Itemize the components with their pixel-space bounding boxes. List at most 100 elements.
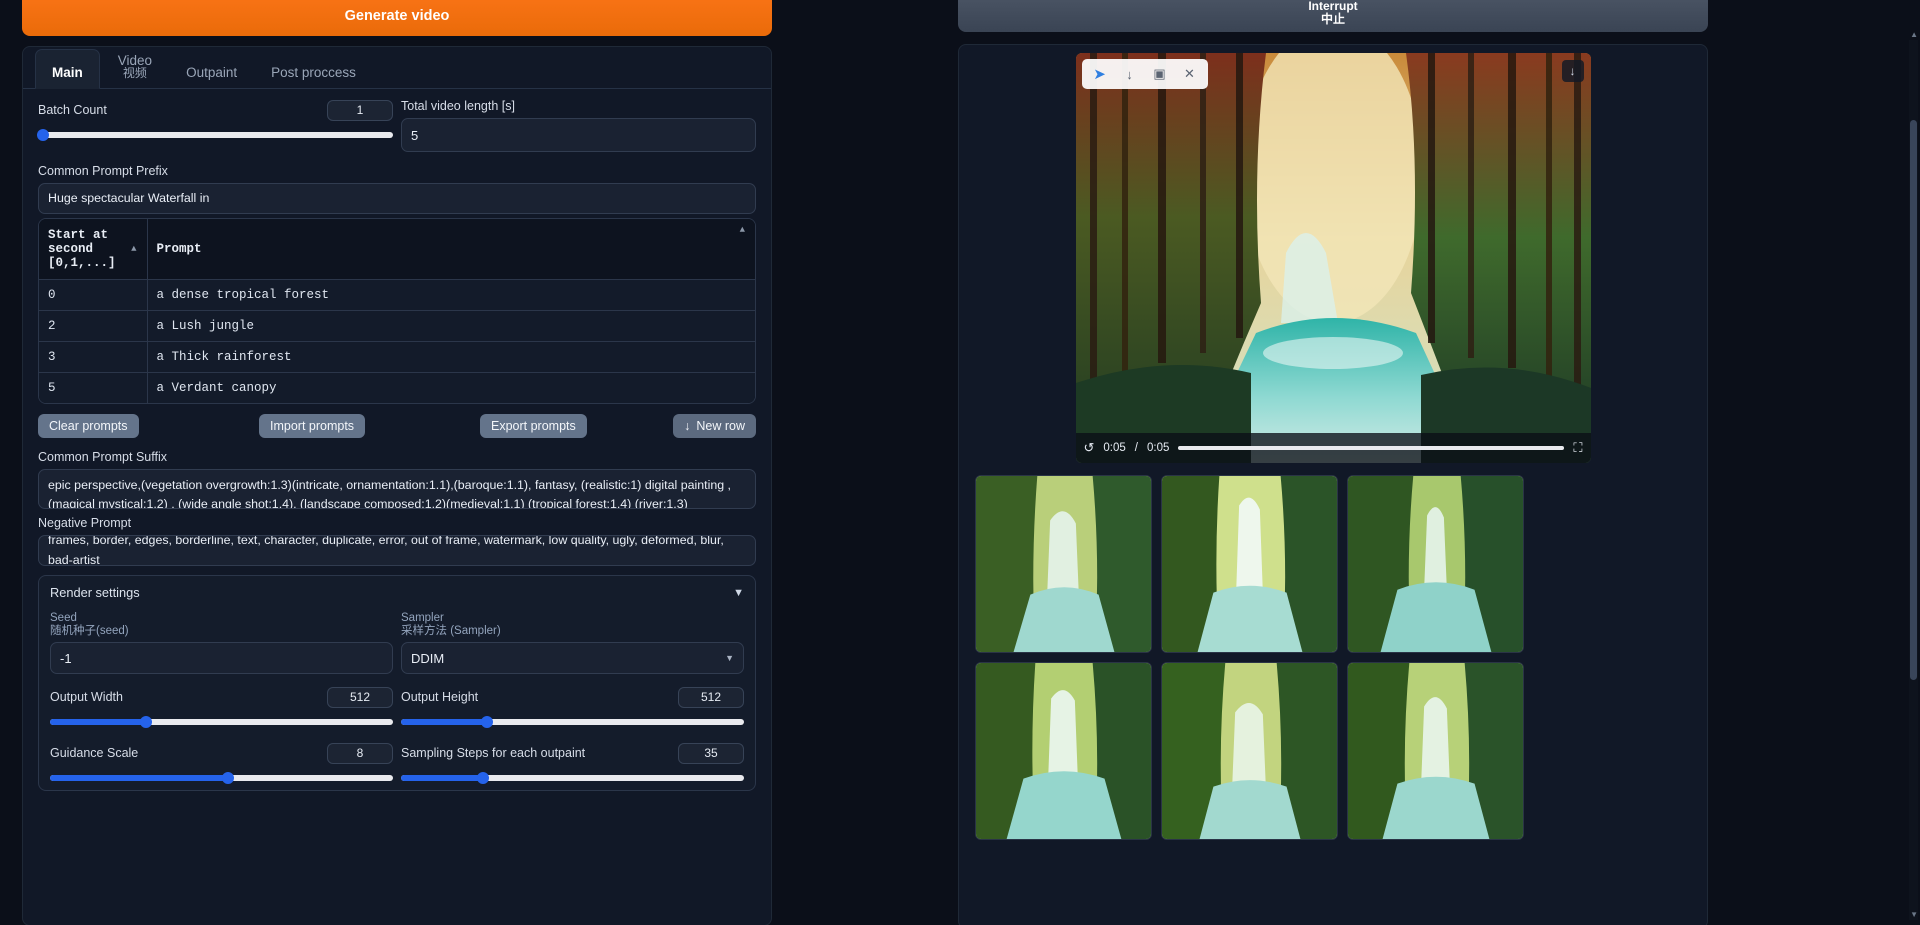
table-row[interactable]: 2 a Lush jungle (39, 310, 755, 342)
output-height-slider-knob[interactable] (480, 716, 493, 729)
export-prompts-button[interactable]: Export prompts (480, 414, 587, 438)
batch-count-label: Batch Count (38, 103, 107, 117)
sampler-select[interactable]: DDIM ▼ (401, 642, 744, 675)
gallery-thumbnail[interactable] (975, 475, 1152, 653)
guidance-scale-slider[interactable] (50, 770, 393, 786)
table-row[interactable]: 0 a dense tropical forest (39, 279, 755, 311)
cursor-icon[interactable]: ➤ (1086, 62, 1114, 86)
tab-video-label-zh: 视频 (122, 66, 147, 80)
seed-label-en: Seed (50, 612, 77, 624)
output-width-label: Output Width (50, 690, 123, 705)
tab-post-process[interactable]: Post proccess (255, 48, 372, 88)
video-progress-bar[interactable] (1178, 446, 1565, 450)
gallery-thumbnail[interactable] (1161, 662, 1338, 840)
sampling-steps-slider[interactable] (401, 770, 744, 786)
cell-prompt[interactable]: a Thick rainforest (147, 341, 755, 373)
prompts-table: Start at second [0,1,...] ▲ Prompt ▲ 0 a… (38, 218, 756, 404)
download-corner-button[interactable]: ↓ (1561, 60, 1584, 82)
table-row[interactable]: 5 a Verdant canopy (39, 372, 755, 403)
column-header-prompt[interactable]: Prompt ▲ (147, 219, 755, 280)
interrupt-label-zh: 中止 (1320, 12, 1345, 26)
guidance-scale-slider-fill (50, 775, 229, 782)
total-video-length-label: Total video length [s] (401, 99, 515, 113)
clear-prompts-button[interactable]: Clear prompts (38, 414, 139, 438)
output-width-value[interactable]: 512 (327, 686, 393, 708)
seed-sampler-row: Seed 随机种子(seed) -1 Sampler 采样方法 (Sampler… (50, 612, 744, 675)
seed-input[interactable]: -1 (50, 642, 393, 675)
time-separator: / (1134, 442, 1138, 454)
page-scrollbar[interactable] (1909, 40, 1918, 920)
sampling-steps-slider-knob[interactable] (477, 772, 490, 785)
common-prompt-suffix-label: Common Prompt Suffix (38, 450, 167, 464)
batch-count-slider-knob[interactable] (37, 129, 49, 141)
render-settings-header[interactable]: Render settings ▼ (50, 585, 744, 600)
guidance-scale-label: Guidance Scale (50, 746, 139, 761)
scroll-up-arrow-icon[interactable]: ▲ (1910, 30, 1918, 39)
batch-count-slider[interactable] (37, 127, 393, 143)
cell-prompt[interactable]: a Verdant canopy (147, 372, 755, 403)
total-video-length-input[interactable]: 5 (401, 118, 756, 152)
generate-video-button[interactable]: Generate video (22, 0, 772, 36)
cell-second[interactable]: 3 (39, 341, 148, 373)
guidance-steps-row: Guidance Scale 8 Sampling Steps for each… (50, 742, 744, 786)
video-preview[interactable]: ➤ ↓ ▣ ✕ ↓ ↺ 0:05 / 0:05 ⛶ (1075, 53, 1591, 463)
output-height-group: Output Height 512 (401, 686, 744, 730)
screenshot-icon[interactable]: ▣ (1146, 62, 1174, 86)
output-width-slider-knob[interactable] (140, 716, 153, 729)
guidance-scale-slider-knob[interactable] (222, 772, 235, 785)
tab-main[interactable]: Main (35, 49, 100, 89)
time-total: 0:05 (1147, 442, 1170, 454)
batch-count-group: Batch Count 1 (37, 99, 393, 152)
guidance-scale-group: Guidance Scale 8 (50, 742, 393, 786)
close-icon[interactable]: ✕ (1176, 62, 1204, 86)
column-header-prompt-label: Prompt (156, 242, 202, 256)
table-header-row: Start at second [0,1,...] ▲ Prompt ▲ (39, 219, 755, 280)
import-prompts-button[interactable]: Import prompts (259, 414, 366, 438)
batch-count-value[interactable]: 1 (327, 99, 393, 121)
size-row: Output Width 512 Output Height 512 (50, 686, 744, 730)
settings-panel: Main Video 视频 Outpaint Post proccess Bat… (22, 46, 772, 925)
tab-outpaint[interactable]: Outpaint (170, 48, 253, 88)
table-body: 0 a dense tropical forest 2 a Lush jungl… (39, 279, 755, 403)
common-prompt-suffix-input[interactable]: epic perspective,(vegetation overgrowth:… (38, 469, 756, 509)
negative-prompt-input[interactable]: frames, border, edges, borderline, text,… (38, 535, 756, 566)
gallery-thumbnail[interactable] (1161, 475, 1338, 653)
cell-prompt[interactable]: a Lush jungle (147, 310, 755, 342)
cell-second[interactable]: 0 (39, 279, 148, 311)
table-row[interactable]: 3 a Thick rainforest (39, 341, 755, 373)
output-height-value[interactable]: 512 (678, 686, 744, 708)
cell-second[interactable]: 5 (39, 372, 148, 403)
download-icon[interactable]: ↓ (1116, 62, 1144, 86)
batch-and-length-row: Batch Count 1 Total video length [s] 5 (37, 99, 756, 152)
chevron-down-icon-sampler[interactable]: ▼ (725, 653, 734, 663)
fullscreen-icon[interactable]: ⛶ (1573, 440, 1582, 456)
sampling-steps-value[interactable]: 35 (678, 742, 744, 764)
sort-ascending-icon[interactable]: ▲ (131, 244, 136, 254)
interrupt-button[interactable]: Interrupt 中止 (958, 0, 1708, 32)
output-width-slider[interactable] (50, 714, 393, 730)
gallery (967, 475, 1699, 840)
column-header-start-second[interactable]: Start at second [0,1,...] ▲ (39, 219, 148, 280)
scroll-down-arrow-icon[interactable]: ▼ (1910, 910, 1918, 919)
sampler-label-zh: 采样方法 (Sampler) (401, 625, 501, 638)
common-prompt-prefix-input[interactable]: Huge spectacular Waterfall in (38, 183, 756, 214)
gallery-thumbnail[interactable] (975, 662, 1152, 840)
video-controls: ↺ 0:05 / 0:05 ⛶ (1075, 433, 1591, 463)
new-row-button[interactable]: ↓ New row (673, 414, 756, 438)
cell-second[interactable]: 2 (39, 310, 148, 342)
sampler-group: Sampler 采样方法 (Sampler) DDIM ▼ (401, 612, 744, 675)
replay-icon[interactable]: ↺ (1084, 440, 1095, 456)
gallery-thumbnail[interactable] (1347, 475, 1524, 653)
sort-ascending-icon-2[interactable]: ▲ (740, 225, 745, 235)
time-current: 0:05 (1103, 442, 1126, 454)
page-scrollbar-thumb[interactable] (1910, 120, 1917, 680)
sampling-steps-label: Sampling Steps for each outpaint (401, 746, 586, 761)
tab-video[interactable]: Video 视频 (102, 48, 168, 88)
thumbnail-art (1162, 663, 1337, 839)
cell-prompt[interactable]: a dense tropical forest (147, 279, 755, 311)
guidance-scale-value[interactable]: 8 (327, 742, 393, 764)
total-video-length-group: Total video length [s] 5 (401, 99, 756, 152)
gallery-thumbnail[interactable] (1347, 662, 1524, 840)
output-height-slider[interactable] (401, 714, 744, 730)
chevron-down-icon[interactable]: ▼ (733, 587, 744, 599)
